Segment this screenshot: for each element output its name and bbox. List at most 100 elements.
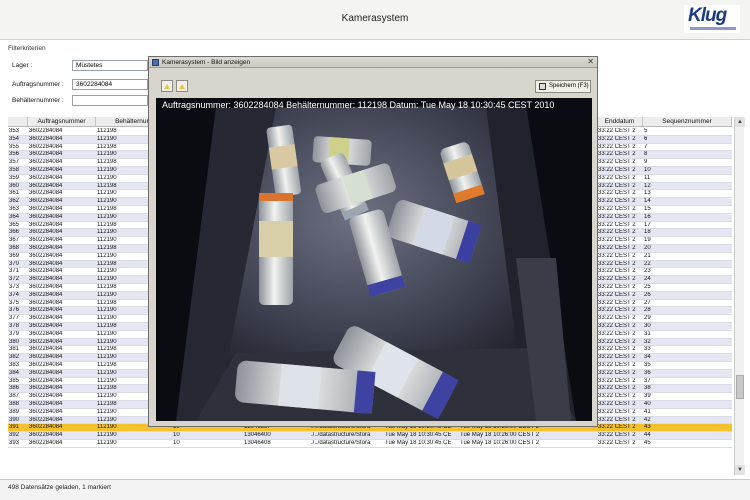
table-cell: 32 <box>644 338 651 345</box>
table-cell: 368 <box>9 245 20 251</box>
klug-logo: Klug <box>684 5 740 33</box>
table-cell: Tue May 18 10:30:45 CE <box>385 432 452 439</box>
table-cell: 355 <box>9 143 20 150</box>
table-cell: 13046400 <box>244 432 271 439</box>
table-cell: 353 <box>9 128 20 134</box>
table-cell: 28 <box>644 307 651 314</box>
table-cell: 387 <box>9 393 20 400</box>
table-cell: 33 <box>644 346 651 353</box>
dialog-titlebar[interactable]: Kamerasystem - Bild anzeigen ✕ <box>149 57 597 68</box>
table-cell: 23 <box>644 268 651 275</box>
table-cell: 356 <box>9 151 20 158</box>
close-icon[interactable]: ✕ <box>587 57 594 66</box>
table-cell: 13046408 <box>244 440 271 446</box>
table-cell: 3602284084 <box>29 174 63 181</box>
table-cell: 33:22 CEST 2 <box>598 128 636 134</box>
image-dialog: Kamerasystem - Bild anzeigen ✕ Speichern… <box>148 56 598 427</box>
table-cell: 3602284084 <box>29 135 63 142</box>
table-cell: 3602284084 <box>29 291 63 298</box>
vertical-scrollbar[interactable]: ▲ ▼ <box>734 117 745 475</box>
app-window: Kamerasystem Klug Filterkriterien Lager … <box>0 0 750 500</box>
table-cell: Tue May 18 10:26:00 CEST 2 <box>460 440 540 446</box>
table-cell: 3602284084 <box>29 151 63 158</box>
column-header[interactable] <box>8 117 28 127</box>
table-cell: 13 <box>644 190 651 197</box>
lager-field[interactable]: Müstetes <box>72 60 148 71</box>
table-cell: 375 <box>9 299 20 306</box>
table-cell: 33:22 CEST 2 <box>598 268 636 275</box>
table-cell: 3602284084 <box>29 385 63 392</box>
table-cell: 379 <box>9 330 20 337</box>
table-cell: 6 <box>644 135 648 142</box>
table-cell: 39 <box>644 393 651 400</box>
table-cell: 41 <box>644 408 651 415</box>
table-cell: 33:22 CEST 2 <box>598 213 636 220</box>
triangle-up-icon <box>164 84 170 89</box>
table-cell: 383 <box>9 362 20 368</box>
camera-photo <box>156 98 592 421</box>
save-button[interactable]: Speichern (F3) <box>535 80 591 93</box>
table-cell: 33:22 CEST 2 <box>598 143 636 150</box>
auftragsnummer-field[interactable]: 3602284084 <box>72 79 148 90</box>
table-cell: 15 <box>644 206 651 212</box>
table-cell: 7 <box>644 143 648 150</box>
table-cell: 37 <box>644 377 651 384</box>
table-cell: 35 <box>644 362 651 368</box>
scroll-up-icon[interactable]: ▲ <box>735 117 745 127</box>
table-cell: 27 <box>644 299 651 306</box>
table-cell: 3602284084 <box>29 284 63 290</box>
previous-image-button[interactable] <box>161 80 173 92</box>
table-cell: 33:22 CEST 2 <box>598 323 636 329</box>
table-cell: 3602284084 <box>29 229 63 236</box>
scroll-thumb[interactable] <box>736 375 744 399</box>
table-cell: 33:22 CEST 2 <box>598 159 636 166</box>
table-cell: 33:22 CEST 2 <box>598 385 636 392</box>
table-cell: 3602284084 <box>29 128 63 134</box>
behaelternummer-field[interactable] <box>72 95 148 106</box>
table-cell: 33:22 CEST 2 <box>598 206 636 212</box>
image-caption: Auftragsnummer: 3602284084 Behälternumme… <box>162 100 555 110</box>
table-cell: 3602284084 <box>29 190 63 197</box>
column-header[interactable]: Enddatum <box>597 117 643 127</box>
table-cell: 5 <box>644 128 648 134</box>
table-cell: 365 <box>9 221 20 228</box>
table-row[interactable]: 392 3602284084 112190 10 13046400 ./../datast… <box>8 432 732 440</box>
table-cell: 10 <box>173 440 180 446</box>
table-cell: 3602284084 <box>29 159 63 166</box>
camera-image: Auftragsnummer: 3602284084 Behälternumme… <box>156 98 592 421</box>
table-cell: 33:22 CEST 2 <box>598 276 636 283</box>
table-cell: 389 <box>9 408 20 415</box>
table-cell: 393 <box>9 440 20 446</box>
table-cell: 33:22 CEST 2 <box>598 229 636 236</box>
behaelternummer-label: Behälternummer : <box>12 97 64 104</box>
table-cell: 369 <box>9 252 20 259</box>
table-cell: 357 <box>9 159 20 166</box>
lager-label: Lager : <box>12 62 33 69</box>
floppy-disk-icon <box>539 83 546 90</box>
table-cell: 374 <box>9 291 20 298</box>
table-cell: 3602284084 <box>29 330 63 337</box>
table-cell: 3602284084 <box>29 362 63 368</box>
table-cell: 33:22 CEST 2 <box>598 338 636 345</box>
table-row[interactable]: 393 3602284084 112190 10 13046408 ./../datast… <box>8 440 732 448</box>
table-cell: 29 <box>644 315 651 322</box>
table-cell: 26 <box>644 291 651 298</box>
table-cell: 3602284084 <box>29 307 63 314</box>
table-cell: 19 <box>644 237 651 244</box>
column-header[interactable]: Auftragsnummer <box>28 117 96 127</box>
table-cell: 21 <box>644 252 651 259</box>
next-image-button[interactable] <box>176 80 188 92</box>
table-cell: 33:22 CEST 2 <box>598 221 636 228</box>
table-cell: 16 <box>644 213 651 220</box>
column-header[interactable]: Sequenznummer <box>643 117 732 127</box>
table-cell: 33:22 CEST 2 <box>598 362 636 368</box>
table-cell: 24 <box>644 276 651 283</box>
table-cell: 360 <box>9 182 20 189</box>
table-cell: 33:22 CEST 2 <box>598 245 636 251</box>
scroll-down-icon[interactable]: ▼ <box>735 465 745 475</box>
table-cell: 3602284084 <box>29 206 63 212</box>
table-cell: 358 <box>9 167 20 173</box>
table-cell: 33:22 CEST 2 <box>598 307 636 314</box>
table-cell: 33:22 CEST 2 <box>598 416 636 423</box>
table-cell: ./../datastructure/Stora <box>311 432 371 439</box>
